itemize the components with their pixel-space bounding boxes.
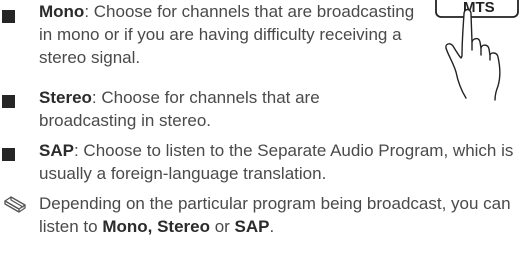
option-term: Mono (39, 2, 85, 21)
option-stereo-text: Stereo: Choose for channels that are bro… (39, 86, 339, 132)
option-description: : Choose for channels that are broadcast… (39, 2, 415, 67)
pencil-note-icon (4, 196, 26, 213)
option-mono-text: Mono: Choose for channels that are broad… (39, 0, 419, 69)
hand-pressing-button-icon: MTS (435, 0, 519, 101)
option-description: : Choose to listen to the Separate Audio… (39, 141, 514, 183)
option-term: SAP (39, 141, 74, 160)
option-term: Stereo (39, 88, 92, 107)
bullet-square-icon (2, 148, 15, 161)
bullet-square-icon (2, 10, 15, 23)
note-mono-stereo: Mono, Stereo (102, 217, 210, 236)
note-connector: or (209, 217, 235, 236)
option-sap-text: SAP: Choose to listen to the Separate Au… (39, 139, 531, 185)
note-ending: . (269, 217, 275, 236)
manual-page: { "options": [ { "term": "Mono", "descri… (0, 0, 531, 277)
bullet-square-icon (2, 95, 15, 108)
note-sap: SAP (234, 217, 270, 236)
note-text: Depending on the particular program bein… (39, 192, 531, 238)
